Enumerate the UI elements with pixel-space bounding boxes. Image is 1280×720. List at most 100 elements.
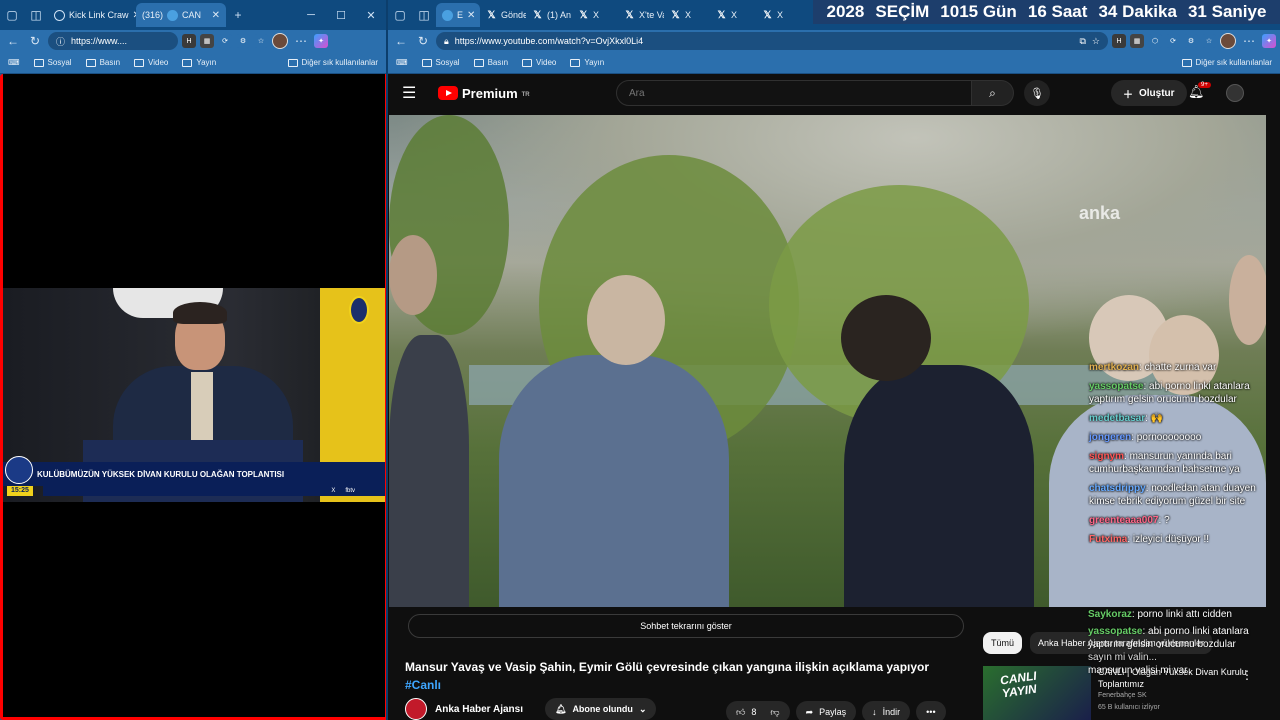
extension-icon[interactable]: ⟳ bbox=[1166, 34, 1180, 48]
extension-icon[interactable]: ▦ bbox=[1130, 34, 1144, 48]
favorites-icon[interactable]: ☆ bbox=[1202, 34, 1216, 48]
tab-actions-icon[interactable]: ◫ bbox=[412, 3, 436, 27]
more-icon[interactable]: ⋯ bbox=[1240, 34, 1258, 48]
bookmark-folder-sosyal[interactable]: Sosyal bbox=[421, 58, 460, 67]
extension-icon[interactable]: ⬡ bbox=[1148, 34, 1162, 48]
favorites-icon[interactable]: ☆ bbox=[254, 34, 268, 48]
url-field[interactable]: 🔒︎ https://www.youtube.com/watch?v=OvjXk… bbox=[436, 32, 1108, 50]
bookmark-folder-basin[interactable]: Basın bbox=[473, 58, 508, 67]
extension-icon[interactable]: H bbox=[182, 34, 196, 48]
other-bookmarks[interactable]: Diğer sık kullanılanlar bbox=[287, 58, 378, 67]
split-screen-icon[interactable]: ⧉ bbox=[1079, 36, 1085, 47]
tab-x-3[interactable]: 𝕏X bbox=[572, 3, 618, 27]
workspaces-icon[interactable]: ▢ bbox=[0, 3, 24, 27]
copilot-icon[interactable]: ✦ bbox=[1262, 34, 1276, 48]
avatar[interactable] bbox=[1226, 84, 1244, 102]
more-actions-button[interactable]: ••• bbox=[916, 701, 946, 720]
bookmark-menu-icon[interactable]: ⌨ bbox=[396, 58, 408, 67]
notification-badge: 9+ bbox=[1198, 82, 1211, 88]
bookmark-menu-icon[interactable]: ⌨ bbox=[8, 58, 20, 67]
mic-icon[interactable]: 🎙︎ bbox=[1024, 80, 1050, 106]
close-icon[interactable]: ✕ bbox=[467, 10, 475, 21]
menu-icon[interactable]: ☰ bbox=[402, 83, 422, 103]
url-field[interactable]: ⓘ https://www.... bbox=[48, 32, 178, 50]
back-icon[interactable]: ← bbox=[4, 34, 22, 48]
recommended-thumbnail[interactable]: CANLI YAYIN bbox=[983, 666, 1091, 720]
speaker-hair bbox=[173, 302, 227, 324]
extension-icon[interactable]: ⚙ bbox=[1184, 34, 1198, 48]
thumbs-down-icon[interactable]: 👎︎ bbox=[770, 707, 779, 718]
bookmark-folder-yayin[interactable]: Yayın bbox=[570, 58, 604, 67]
refresh-icon[interactable]: ↻ bbox=[414, 34, 432, 48]
channel-name[interactable]: Anka Haber Ajansı bbox=[435, 704, 523, 715]
avatar[interactable] bbox=[1220, 33, 1236, 49]
favorite-star-icon[interactable]: ☆ bbox=[1092, 36, 1100, 47]
bookmark-folder-video[interactable]: Video bbox=[522, 58, 556, 67]
channel-avatar[interactable] bbox=[405, 698, 427, 720]
fbtv-video-player[interactable]: KULÜBÜMÜZÜN YÜKSEK DİVAN KURULU OLAĞAN T… bbox=[3, 288, 385, 502]
folder-icon bbox=[421, 58, 432, 67]
bookmark-folder-basin[interactable]: Basın bbox=[85, 58, 120, 67]
tab-x-6[interactable]: 𝕏X bbox=[710, 3, 756, 27]
video-person-head bbox=[1229, 255, 1266, 345]
main-video-player[interactable]: anka mertkozan: chatte zurna var yassopa… bbox=[389, 115, 1266, 607]
close-window-icon[interactable]: ✕ bbox=[356, 9, 386, 22]
extension-icon[interactable]: ▦ bbox=[200, 34, 214, 48]
extension-icon[interactable]: H bbox=[1112, 34, 1126, 48]
video-person-head bbox=[587, 275, 665, 365]
close-icon[interactable]: ✕ bbox=[212, 10, 220, 21]
countdown-seconds: 31 Saniye bbox=[1187, 2, 1267, 21]
subscribed-button[interactable]: 🔔︎ Abone olundu ⌄ bbox=[545, 698, 657, 720]
share-button[interactable]: ➦ Paylaş bbox=[795, 701, 857, 720]
x-icon: 𝕏 bbox=[763, 9, 772, 21]
tab-actions-icon[interactable]: ◫ bbox=[24, 3, 48, 27]
left-tab-bar: ▢ ◫ Kick Link Craw ✕ ▶ (316) CAN ✕ + ─ ☐… bbox=[0, 0, 386, 720]
bookmark-folder-yayin[interactable]: Yayın bbox=[182, 58, 216, 67]
more-icon[interactable]: ⋯ bbox=[292, 34, 310, 48]
other-bookmarks[interactable]: Diğer sık kullanılanlar bbox=[1181, 58, 1272, 67]
extension-icon[interactable]: ⚙ bbox=[236, 34, 250, 48]
chat-message: Futxima: izleyici düşüyor !! bbox=[1089, 534, 1210, 545]
folder-icon bbox=[570, 58, 581, 67]
new-tab-button[interactable]: + bbox=[226, 3, 250, 27]
tab-x-1[interactable]: 𝕏 Gönde bbox=[480, 3, 526, 27]
download-button[interactable]: ↓ İndir bbox=[862, 701, 911, 720]
show-chat-replay-button[interactable]: Sohbet tekrarını göster bbox=[408, 614, 964, 638]
edge-icon bbox=[167, 9, 179, 21]
hashtag-link[interactable]: #Canlı bbox=[405, 678, 441, 692]
back-icon[interactable]: ← bbox=[392, 34, 410, 48]
avatar[interactable] bbox=[272, 33, 288, 49]
tab-x-4[interactable]: 𝕏X'te Va bbox=[618, 3, 664, 27]
globe-icon bbox=[54, 9, 65, 21]
tab-active[interactable]: E ✕ bbox=[436, 3, 480, 27]
bookmark-folder-sosyal[interactable]: Sosyal bbox=[33, 58, 72, 67]
folder-icon bbox=[522, 58, 533, 67]
refresh-icon[interactable]: ↻ bbox=[26, 34, 44, 48]
copilot-icon[interactable]: ✦ bbox=[314, 34, 328, 48]
search-icon[interactable]: ⌕ bbox=[972, 80, 1014, 106]
ticker-bar: X fbtv bbox=[43, 486, 385, 496]
create-button[interactable]: ＋ Oluştur bbox=[1111, 80, 1187, 106]
bell-icon: 🔔︎ bbox=[555, 703, 567, 714]
like-button[interactable]: 👍︎ 8 👎︎ bbox=[726, 701, 790, 720]
search-bar: ⌕ 🎙︎ bbox=[616, 80, 1050, 106]
chat-message: mansurun valisi mi var bbox=[1088, 665, 1188, 676]
tab-kick-link[interactable]: Kick Link Craw ✕ bbox=[48, 3, 136, 27]
chat-overlay: mertkozan: chatte zurna var yassopatse: … bbox=[1089, 361, 1266, 552]
youtube-icon bbox=[438, 86, 458, 100]
bookmark-folder-video[interactable]: Video bbox=[134, 58, 168, 67]
search-input[interactable] bbox=[616, 80, 972, 106]
extension-icon[interactable]: ⟳ bbox=[218, 34, 232, 48]
tab-x-5[interactable]: 𝕏X bbox=[664, 3, 710, 27]
minimize-icon[interactable]: ─ bbox=[296, 9, 326, 21]
lower-third-logo bbox=[5, 456, 33, 484]
countdown-days: 1015 Gün bbox=[940, 2, 1017, 21]
tab-x-2[interactable]: 𝕏 (1) An bbox=[526, 3, 572, 27]
workspaces-icon[interactable]: ▢ bbox=[388, 3, 412, 27]
chip-all[interactable]: Tümü bbox=[983, 632, 1023, 654]
youtube-logo[interactable]: Premium TR bbox=[438, 86, 530, 101]
maximize-icon[interactable]: ☐ bbox=[326, 9, 356, 22]
tab-x-7[interactable]: 𝕏X bbox=[756, 3, 802, 27]
chat-overlay-lower: Saykoraz: porno linki attı cidden yassop… bbox=[1088, 608, 1278, 677]
tab-youtube-can[interactable]: ▶ (316) CAN ✕ bbox=[0, 3, 386, 720]
